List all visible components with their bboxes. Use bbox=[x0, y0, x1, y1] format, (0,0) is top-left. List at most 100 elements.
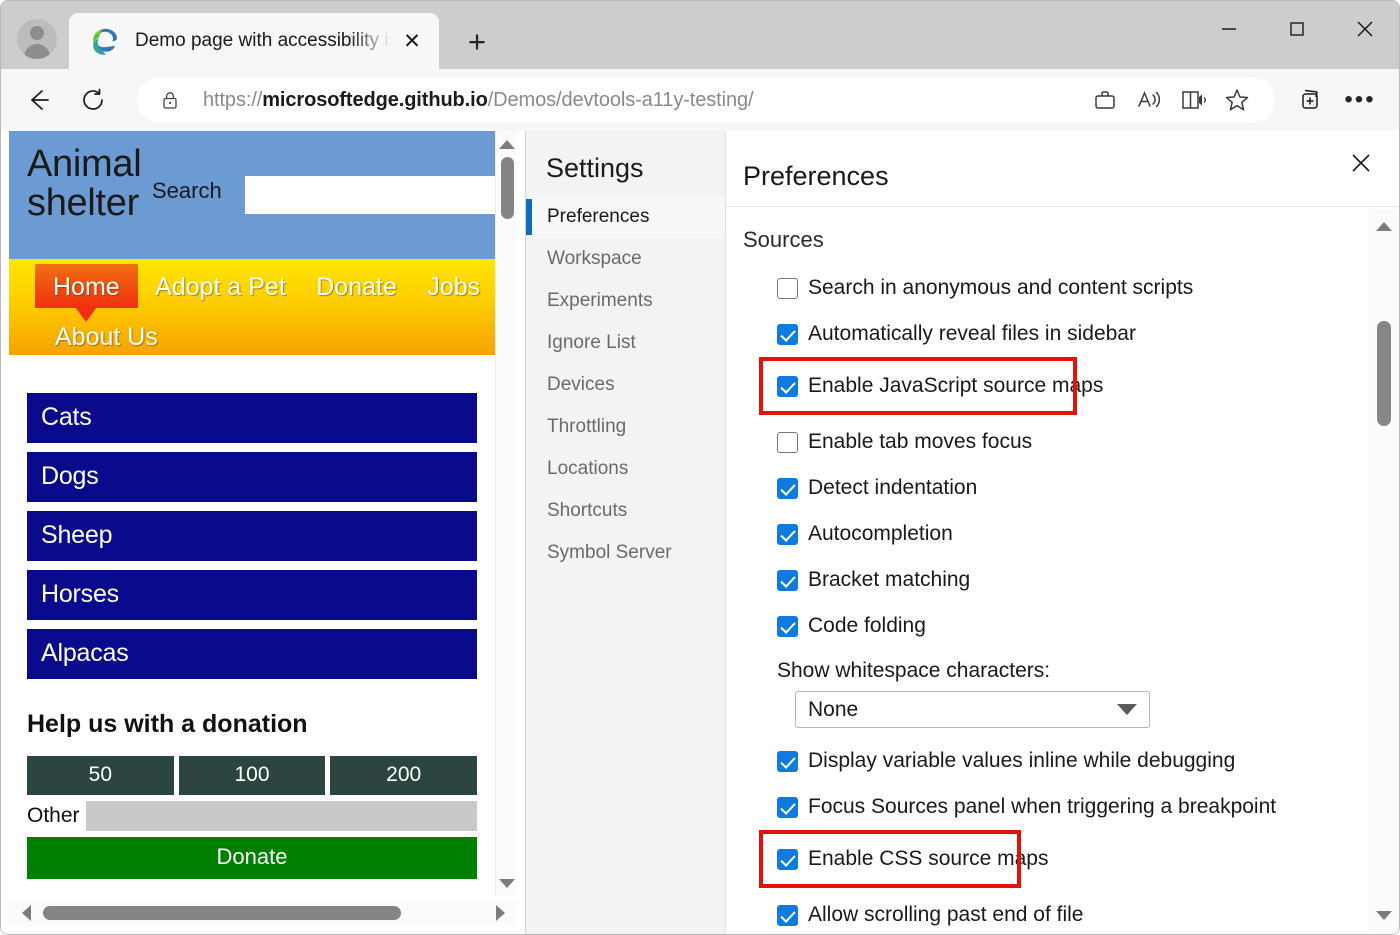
refresh-icon[interactable] bbox=[69, 76, 117, 124]
other-amount-input[interactable] bbox=[85, 801, 477, 831]
checkbox-checked-icon[interactable] bbox=[777, 615, 798, 637]
address-bar: https://microsoftedge.github.io/Demos/de… bbox=[1, 69, 1399, 131]
close-window-icon[interactable] bbox=[1331, 1, 1399, 57]
checkbox-checked-icon[interactable] bbox=[777, 375, 798, 397]
tab-close-icon[interactable]: ✕ bbox=[397, 26, 427, 56]
whitespace-select[interactable]: None bbox=[795, 691, 1150, 728]
scroll-up-icon[interactable] bbox=[496, 133, 518, 155]
url-text: https://microsoftedge.github.io/Demos/de… bbox=[203, 88, 754, 111]
scroll-down-icon[interactable] bbox=[1369, 902, 1399, 928]
amount-button-200[interactable]: 200 bbox=[330, 756, 478, 795]
site-nav: Home Adopt a Pet Donate Jobs About Us bbox=[9, 259, 495, 355]
pref-enable-css-source-maps[interactable]: Enable CSS source maps bbox=[759, 830, 1048, 888]
minimize-icon[interactable] bbox=[1195, 1, 1263, 57]
sidebar-item-ignore-list[interactable]: Ignore List bbox=[526, 322, 725, 364]
close-settings-icon[interactable] bbox=[1339, 141, 1383, 185]
omnibox-actions bbox=[1083, 78, 1259, 122]
sidebar-item-symbol-server[interactable]: Symbol Server bbox=[526, 532, 725, 574]
checkbox-checked-icon[interactable] bbox=[777, 796, 798, 818]
animal-list: Cats Dogs Sheep Horses Alpacas bbox=[9, 355, 495, 679]
sidebar-item-throttling[interactable]: Throttling bbox=[526, 406, 725, 448]
sidebar-item-experiments[interactable]: Experiments bbox=[526, 280, 725, 322]
search-label: Search bbox=[152, 178, 222, 203]
list-item[interactable]: Alpacas bbox=[27, 629, 477, 679]
pref-bracket-matching[interactable]: Bracket matching bbox=[777, 561, 1369, 599]
checkbox-checked-icon[interactable] bbox=[777, 848, 798, 870]
window-controls bbox=[1195, 1, 1399, 57]
pref-display-variable-values-inline[interactable]: Display variable values inline while deb… bbox=[777, 742, 1369, 780]
list-item[interactable]: Dogs bbox=[27, 452, 477, 502]
pref-auto-reveal-files[interactable]: Automatically reveal files in sidebar bbox=[777, 315, 1369, 353]
webpage-frame: Animal shelter Search Home Adopt a Pet Do… bbox=[1, 131, 526, 934]
nav-item-home[interactable]: Home bbox=[35, 264, 138, 322]
new-tab-button[interactable]: + bbox=[455, 19, 499, 63]
checkbox-checked-icon[interactable] bbox=[777, 477, 798, 499]
preferences-panel: Preferences Sources Search in anonymous … bbox=[726, 131, 1399, 934]
amount-button-50[interactable]: 50 bbox=[27, 756, 174, 795]
nav-row-primary: Home Adopt a Pet Donate Jobs bbox=[9, 264, 495, 322]
profile-button[interactable] bbox=[13, 15, 61, 63]
tab-title: Demo page with accessibility issu bbox=[135, 30, 397, 51]
favorites-star-icon[interactable] bbox=[1215, 78, 1259, 122]
pref-tab-moves-focus[interactable]: Enable tab moves focus bbox=[777, 423, 1369, 461]
settings-title: Settings bbox=[546, 153, 644, 183]
nav-item-about-us[interactable]: About Us bbox=[42, 314, 171, 358]
pref-label: Bracket matching bbox=[808, 568, 971, 591]
scroll-right-icon[interactable] bbox=[487, 900, 513, 926]
scroll-left-icon[interactable] bbox=[13, 900, 39, 926]
pref-label: Enable JavaScript source maps bbox=[808, 374, 1104, 397]
settings-more-icon[interactable]: ••• bbox=[1335, 77, 1385, 123]
pref-autocompletion[interactable]: Autocompletion bbox=[777, 515, 1369, 553]
checkbox-icon[interactable] bbox=[777, 277, 798, 299]
back-icon[interactable] bbox=[15, 76, 63, 124]
preferences-scrollbar[interactable] bbox=[1369, 209, 1399, 934]
pref-label: Display variable values inline while deb… bbox=[808, 749, 1236, 772]
panel-title: Preferences bbox=[726, 131, 1399, 207]
sidebar-item-devices[interactable]: Devices bbox=[526, 364, 725, 406]
nav-item-jobs[interactable]: Jobs bbox=[414, 264, 493, 308]
checkbox-checked-icon[interactable] bbox=[777, 323, 798, 345]
webpage-horizontal-scrollbar[interactable] bbox=[9, 900, 517, 926]
donation-section: Help us with a donation 50 100 200 Other… bbox=[9, 688, 495, 879]
browser-window: Demo page with accessibility issu ✕ + ht… bbox=[0, 0, 1400, 935]
pref-detect-indentation[interactable]: Detect indentation bbox=[777, 469, 1369, 507]
pref-enable-javascript-source-maps[interactable]: Enable JavaScript source maps bbox=[759, 357, 1103, 415]
donate-button[interactable]: Donate bbox=[27, 837, 477, 879]
pref-search-anonymous-scripts[interactable]: Search in anonymous and content scripts bbox=[777, 269, 1369, 307]
immersive-reader-icon[interactable] bbox=[1171, 78, 1215, 122]
list-item[interactable]: Cats bbox=[27, 393, 477, 443]
checkbox-checked-icon[interactable] bbox=[777, 904, 798, 926]
scroll-up-icon[interactable] bbox=[1369, 213, 1399, 239]
maximize-icon[interactable] bbox=[1263, 1, 1331, 57]
sidebar-item-locations[interactable]: Locations bbox=[526, 448, 725, 490]
checkbox-checked-icon[interactable] bbox=[777, 750, 798, 772]
pref-allow-scrolling-past-end[interactable]: Allow scrolling past end of file bbox=[777, 896, 1369, 934]
nav-item-donate[interactable]: Donate bbox=[303, 264, 410, 308]
list-item[interactable]: Sheep bbox=[27, 511, 477, 561]
url-input[interactable]: https://microsoftedge.github.io/Demos/de… bbox=[137, 77, 1275, 123]
read-aloud-icon[interactable] bbox=[1127, 78, 1171, 122]
checkbox-checked-icon[interactable] bbox=[777, 569, 798, 591]
checkbox-checked-icon[interactable] bbox=[777, 523, 798, 545]
pref-label: Focus Sources panel when triggering a br… bbox=[808, 795, 1277, 818]
amount-button-100[interactable]: 100 bbox=[178, 756, 326, 795]
sidebar-item-preferences[interactable]: Preferences bbox=[526, 196, 725, 238]
list-item[interactable]: Horses bbox=[27, 570, 477, 620]
vertical-scroll-thumb[interactable] bbox=[1377, 321, 1391, 426]
vertical-scroll-thumb[interactable] bbox=[501, 157, 514, 219]
nav-item-adopt-a-pet[interactable]: Adopt a Pet bbox=[142, 264, 299, 308]
search-input[interactable] bbox=[245, 176, 495, 214]
webpage-body: Animal shelter Search Home Adopt a Pet Do… bbox=[9, 131, 495, 896]
sidebar-item-shortcuts[interactable]: Shortcuts bbox=[526, 490, 725, 532]
whitespace-select-label: Show whitespace characters: bbox=[777, 659, 1051, 682]
browser-tab[interactable]: Demo page with accessibility issu ✕ bbox=[69, 13, 439, 69]
scroll-down-icon[interactable] bbox=[496, 872, 518, 894]
pref-code-folding[interactable]: Code folding bbox=[777, 607, 1369, 645]
pref-focus-sources-panel-breakpoint[interactable]: Focus Sources panel when triggering a br… bbox=[777, 788, 1369, 826]
checkbox-icon[interactable] bbox=[777, 431, 798, 453]
collections-icon[interactable] bbox=[1285, 77, 1335, 123]
webpage-vertical-scrollbar[interactable] bbox=[495, 131, 517, 896]
sidebar-item-workspace[interactable]: Workspace bbox=[526, 238, 725, 280]
shopping-icon[interactable] bbox=[1083, 78, 1127, 122]
horizontal-scroll-thumb[interactable] bbox=[43, 906, 401, 920]
